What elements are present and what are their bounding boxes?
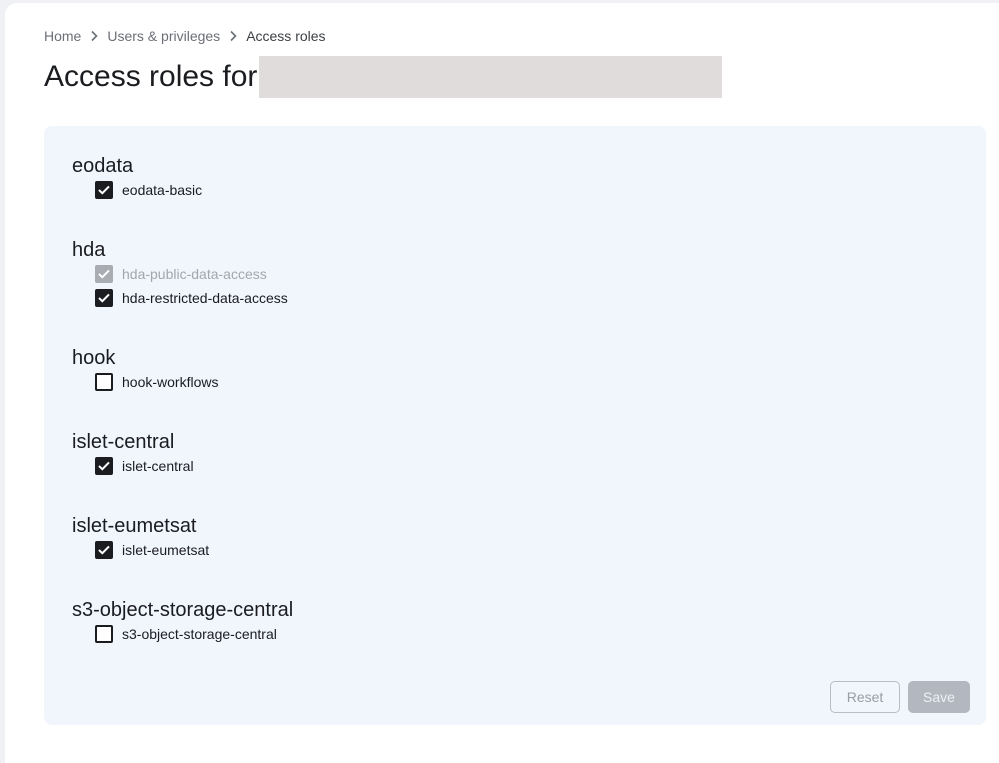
role-checkbox[interactable]: [95, 373, 113, 391]
breadcrumb-home[interactable]: Home: [44, 28, 81, 44]
role-option-hook-workflows[interactable]: hook-workflows: [95, 370, 218, 394]
role-checkbox: [95, 265, 113, 283]
form-actions: Reset Save: [830, 681, 970, 713]
role-group-islet-eumetsat: islet-eumetsat islet-eumetsat: [72, 514, 209, 562]
role-group-title: s3-object-storage-central: [72, 599, 294, 621]
role-checkbox[interactable]: [95, 181, 113, 199]
role-option-eodata-basic[interactable]: eodata-basic: [95, 178, 202, 202]
role-label: s3-object-storage-central: [122, 626, 277, 642]
checkmark-icon: [98, 269, 110, 279]
role-group-islet-central: islet-central islet-central: [72, 430, 194, 478]
breadcrumb: Home Users & privileges Access roles: [44, 28, 326, 44]
checkmark-icon: [98, 545, 110, 555]
page-title-row: Access roles for: [44, 56, 723, 98]
role-group-eodata: eodata eodata-basic: [72, 154, 202, 202]
role-option-islet-central[interactable]: islet-central: [95, 454, 194, 478]
role-group-title: islet-central: [72, 431, 175, 453]
reset-button[interactable]: Reset: [830, 681, 900, 713]
page-title: Access roles for: [44, 60, 258, 93]
role-label: hda-public-data-access: [122, 266, 267, 282]
role-group-title: islet-eumetsat: [72, 515, 197, 537]
chevron-right-icon: [228, 30, 238, 42]
role-label: hda-restricted-data-access: [122, 290, 288, 306]
breadcrumb-users-privileges[interactable]: Users & privileges: [107, 28, 220, 44]
checkmark-icon: [98, 185, 110, 195]
role-group-title: eodata: [72, 155, 134, 177]
role-group-hda: hda hda-public-data-access hda-restricted-…: [72, 238, 288, 310]
role-label: hook-workflows: [122, 374, 219, 390]
save-button[interactable]: Save: [908, 681, 970, 713]
main-page: Home Users & privileges Access roles Acc…: [5, 3, 999, 763]
role-option-islet-eumetsat[interactable]: islet-eumetsat: [95, 538, 209, 562]
role-group-title: hda: [72, 239, 106, 261]
role-option-hda-public-data-access: hda-public-data-access: [95, 262, 288, 286]
role-option-s3-object-storage-central[interactable]: s3-object-storage-central: [95, 622, 293, 646]
role-group-title: hook: [72, 347, 116, 369]
redacted-username: [259, 56, 723, 98]
breadcrumb-access-roles: Access roles: [246, 28, 326, 44]
role-checkbox[interactable]: [95, 289, 113, 307]
role-checkbox[interactable]: [95, 457, 113, 475]
role-label: islet-central: [122, 458, 194, 474]
role-label: islet-eumetsat: [122, 542, 210, 558]
access-roles-panel: eodata eodata-basic hda hda-public-data-acc…: [44, 126, 986, 725]
chevron-right-icon: [89, 30, 99, 42]
role-checkbox[interactable]: [95, 625, 113, 643]
checkmark-icon: [98, 461, 110, 471]
role-label: eodata-basic: [122, 182, 203, 198]
role-group-hook: hook hook-workflows: [72, 346, 218, 394]
role-option-hda-restricted-data-access[interactable]: hda-restricted-data-access: [95, 286, 288, 310]
role-group-s3-object-storage-central: s3-object-storage-central s3-object-stora…: [72, 598, 293, 646]
checkmark-icon: [98, 293, 110, 303]
role-checkbox[interactable]: [95, 541, 113, 559]
